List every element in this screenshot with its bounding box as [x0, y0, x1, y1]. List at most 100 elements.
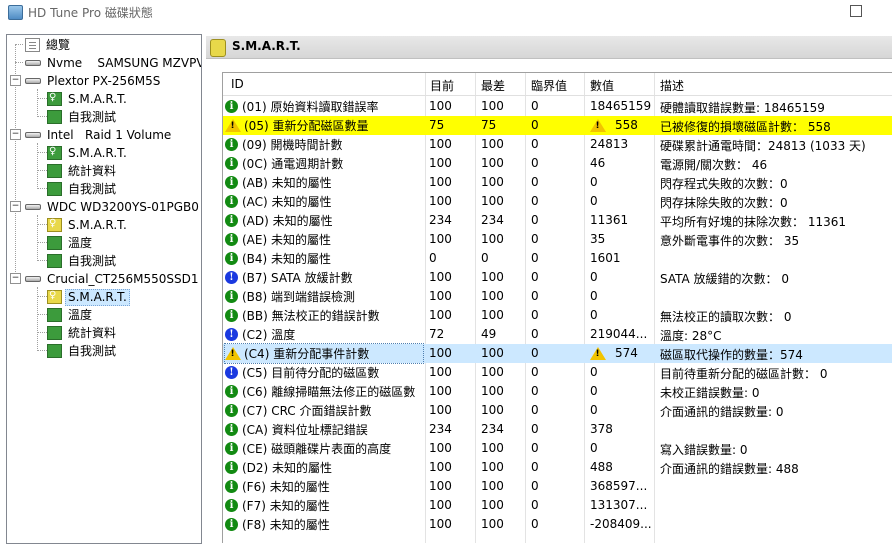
table-row[interactable]: i (F8) 未知的屬性 100 100 0 -208409... — [223, 515, 892, 534]
table-row[interactable]: i (09) 開機時間計數 100 100 0 24813 硬碟累計通電時間：24813 (… — [223, 135, 892, 154]
cell-id[interactable]: i (B8) 端到端錯誤檢測 — [225, 287, 423, 306]
tree-item-plextor-smart[interactable]: ♀ S.M.A.R.T. — [47, 90, 130, 108]
cell-value: 368597... — [590, 479, 656, 493]
cell-id[interactable]: i (F6) 未知的屬性 — [225, 477, 423, 496]
table-row[interactable]: i (CA) 資料位址標記錯誤 234 234 0 378 — [223, 420, 892, 439]
table-row[interactable]: ! (C4) 重新分配事件計數 100 100 0! 574 磁區取代操作的數量：574 — [223, 343, 892, 364]
tree-item-crucial-temperature[interactable]: 溫度 — [47, 306, 95, 324]
info-green-icon: i — [225, 499, 238, 512]
smart-table[interactable]: ID 目前 最差 臨界值 數值 描述 i (01) 原始資料讀取錯誤率 100 100… — [222, 72, 892, 543]
cell-current: 100 — [429, 270, 452, 284]
cell-value-text: 368597... — [590, 479, 648, 493]
cell-description: 無法校正的讀取次數： 0 — [660, 310, 792, 324]
cell-description: 磁區取代操作的數量：574 — [660, 348, 803, 362]
cell-value: 219044... — [590, 327, 656, 341]
tree-item-overview[interactable]: 總覽 — [25, 36, 73, 54]
table-row[interactable]: i (B8) 端到端錯誤檢測 100 100 0 0 — [223, 287, 892, 306]
table-row[interactable]: i (D2) 未知的屬性 100 100 0 488 介面通訊的錯誤數量: 488 — [223, 458, 892, 477]
info-green-icon: i — [225, 461, 238, 474]
warning-icon: ! — [590, 118, 606, 132]
column-header-value[interactable]: 數值 — [590, 77, 614, 94]
table-row[interactable]: ! (05) 重新分配磁區數量 75 75 0! 558 已被修復的損壞磁區計數： 558 — [223, 116, 892, 135]
info-green-icon: i — [225, 309, 238, 322]
cell-id[interactable]: ! (C4) 重新分配事件計數 — [224, 343, 424, 364]
tree-item-wdc-selftest[interactable]: 自我測試 — [47, 252, 119, 270]
cell-id[interactable]: ! (B7) SATA 放緩計數 — [225, 268, 423, 287]
tree-item-crucial-statistics[interactable]: 統計資料 — [47, 324, 119, 342]
cell-value-text: 558 — [615, 118, 638, 132]
table-row[interactable]: i (01) 原始資料讀取錯誤率 100 100 0 18465159 硬體讀取錯誤數量: … — [223, 97, 892, 116]
tree-item-plextor[interactable]: Plextor PX-256M5S — [25, 72, 163, 90]
column-header-threshold[interactable]: 臨界值 — [531, 77, 567, 94]
table-row[interactable]: ! (C2) 溫度 72 49 0 219044... 溫度: 28°C — [223, 325, 892, 344]
cell-id[interactable]: i (D2) 未知的屬性 — [225, 458, 423, 477]
column-header-current[interactable]: 目前 — [430, 77, 454, 94]
cell-value: -208409... — [590, 517, 656, 531]
cell-id[interactable]: i (F7) 未知的屬性 — [225, 496, 423, 515]
cell-value-text: 378 — [590, 422, 613, 436]
table-row[interactable]: i (AE) 未知的屬性 100 100 0 35 意外斷電事件的次數： 35 — [223, 230, 892, 249]
thermometer-icon — [47, 236, 62, 250]
cell-id[interactable]: i (09) 開機時間計數 — [225, 135, 423, 154]
cell-id-label: (F7) 未知的屬性 — [242, 499, 330, 513]
table-row[interactable]: i (B4) 未知的屬性 0 0 0 1601 — [223, 249, 892, 268]
cell-id[interactable]: ! (C2) 溫度 — [225, 325, 423, 344]
title-bar: HD Tune Pro 磁碟狀態 — [0, 0, 892, 24]
cell-id[interactable]: i (AB) 未知的屬性 — [225, 173, 423, 192]
device-tree[interactable]: − − − − 總覽 Nvme SAMSUNG MZVPV Plextor PX… — [6, 34, 202, 544]
maximize-button[interactable] — [850, 5, 862, 17]
tree-item-nvme[interactable]: Nvme SAMSUNG MZVPV — [25, 54, 201, 72]
table-row[interactable]: i (AD) 未知的屬性 234 234 0 11361 平均所有好塊的抹除次數： 1136… — [223, 211, 892, 230]
tree-item-intel[interactable]: Intel Raid 1 Volume — [25, 126, 174, 144]
tree-item-intel-smart[interactable]: ♀ S.M.A.R.T. — [47, 144, 130, 162]
cell-id[interactable]: ! (05) 重新分配磁區數量 — [225, 116, 423, 135]
tree-item-wdc-temperature[interactable]: 溫度 — [47, 234, 95, 252]
cell-current: 100 — [429, 365, 452, 379]
smart-bulb-icon: ♀ — [47, 218, 62, 232]
table-row[interactable]: i (C7) CRC 介面錯誤計數 100 100 0 0 介面通訊的錯誤數量: 0 — [223, 401, 892, 420]
table-row[interactable]: i (CE) 磁頭離碟片表面的高度 100 100 0 0 寫入錯誤數量: 0 — [223, 439, 892, 458]
cell-threshold: 0 — [531, 327, 539, 341]
table-row[interactable]: i (C6) 離線掃瞄無法修正的磁區數 100 100 0 0 未校正錯誤數量: 0 — [223, 382, 892, 401]
table-row[interactable]: i (0C) 通電週期計數 100 100 0 46 電源開/關次數： 46 — [223, 154, 892, 173]
tree-item-crucial-selftest[interactable]: 自我測試 — [47, 342, 119, 360]
cell-id[interactable]: i (B4) 未知的屬性 — [225, 249, 423, 268]
table-row[interactable]: i (F7) 未知的屬性 100 100 0 131307... — [223, 496, 892, 515]
cell-id[interactable]: i (CE) 磁頭離碟片表面的高度 — [225, 439, 423, 458]
cell-id[interactable]: i (F8) 未知的屬性 — [225, 515, 423, 534]
tree-item-wdc-smart[interactable]: ♀ S.M.A.R.T. — [47, 216, 130, 234]
column-header-worst[interactable]: 最差 — [481, 77, 505, 94]
table-row[interactable]: ! (B7) SATA 放緩計數 100 100 0 0 SATA 放緩錯的次數： 0 — [223, 268, 892, 287]
cell-id-label: (C6) 離線掃瞄無法修正的磁區數 — [242, 385, 416, 399]
cell-id[interactable]: i (BB) 無法校正的錯誤計數 — [225, 306, 423, 325]
cell-id[interactable]: i (C6) 離線掃瞄無法修正的磁區數 — [225, 382, 423, 401]
cell-id[interactable]: i (AE) 未知的屬性 — [225, 230, 423, 249]
table-row[interactable]: i (F6) 未知的屬性 100 100 0 368597... — [223, 477, 892, 496]
table-row[interactable]: i (AB) 未知的屬性 100 100 0 0 閃存程式失敗的次數：0 — [223, 173, 892, 192]
cell-id[interactable]: i (0C) 通電週期計數 — [225, 154, 423, 173]
cell-id[interactable]: i (AD) 未知的屬性 — [225, 211, 423, 230]
collapse-crucial-icon[interactable]: − — [10, 273, 21, 284]
collapse-plextor-icon[interactable]: − — [10, 75, 21, 86]
tree-item-intel-statistics[interactable]: 統計資料 — [47, 162, 119, 180]
cell-id[interactable]: i (01) 原始資料讀取錯誤率 — [225, 97, 423, 116]
tree-item-plextor-selftest[interactable]: 自我測試 — [47, 108, 119, 126]
tree-item-intel-selftest[interactable]: 自我測試 — [47, 180, 119, 198]
collapse-intel-icon[interactable]: − — [10, 129, 21, 140]
table-row[interactable]: ! (C5) 目前待分配的磁區數 100 100 0 0 目前待重新分配的磁區計數： 0 — [223, 363, 892, 382]
column-header-description[interactable]: 描述 — [660, 77, 684, 94]
cell-value: 11361 — [590, 213, 656, 227]
tree-item-wdc[interactable]: WDC WD3200YS-01PGB0 — [25, 198, 201, 216]
cell-id[interactable]: i (CA) 資料位址標記錯誤 — [225, 420, 423, 439]
cell-id-label: (C5) 目前待分配的磁區數 — [242, 366, 380, 380]
tree-item-crucial[interactable]: Crucial_CT256M550SSD1 — [25, 270, 201, 288]
collapse-wdc-icon[interactable]: − — [10, 201, 21, 212]
tree-item-crucial-smart[interactable]: ♀ S.M.A.R.T. — [47, 288, 130, 306]
cell-id[interactable]: i (AC) 未知的屬性 — [225, 192, 423, 211]
table-row[interactable]: i (AC) 未知的屬性 100 100 0 0 閃存抹除失敗的次數：0 — [223, 192, 892, 211]
cell-id[interactable]: ! (C5) 目前待分配的磁區數 — [225, 363, 423, 382]
column-header-id[interactable]: ID — [231, 77, 244, 91]
cell-value: 0 — [590, 308, 656, 322]
cell-id[interactable]: i (C7) CRC 介面錯誤計數 — [225, 401, 423, 420]
table-row[interactable]: i (BB) 無法校正的錯誤計數 100 100 0 0 無法校正的讀取次數： 0 — [223, 306, 892, 325]
